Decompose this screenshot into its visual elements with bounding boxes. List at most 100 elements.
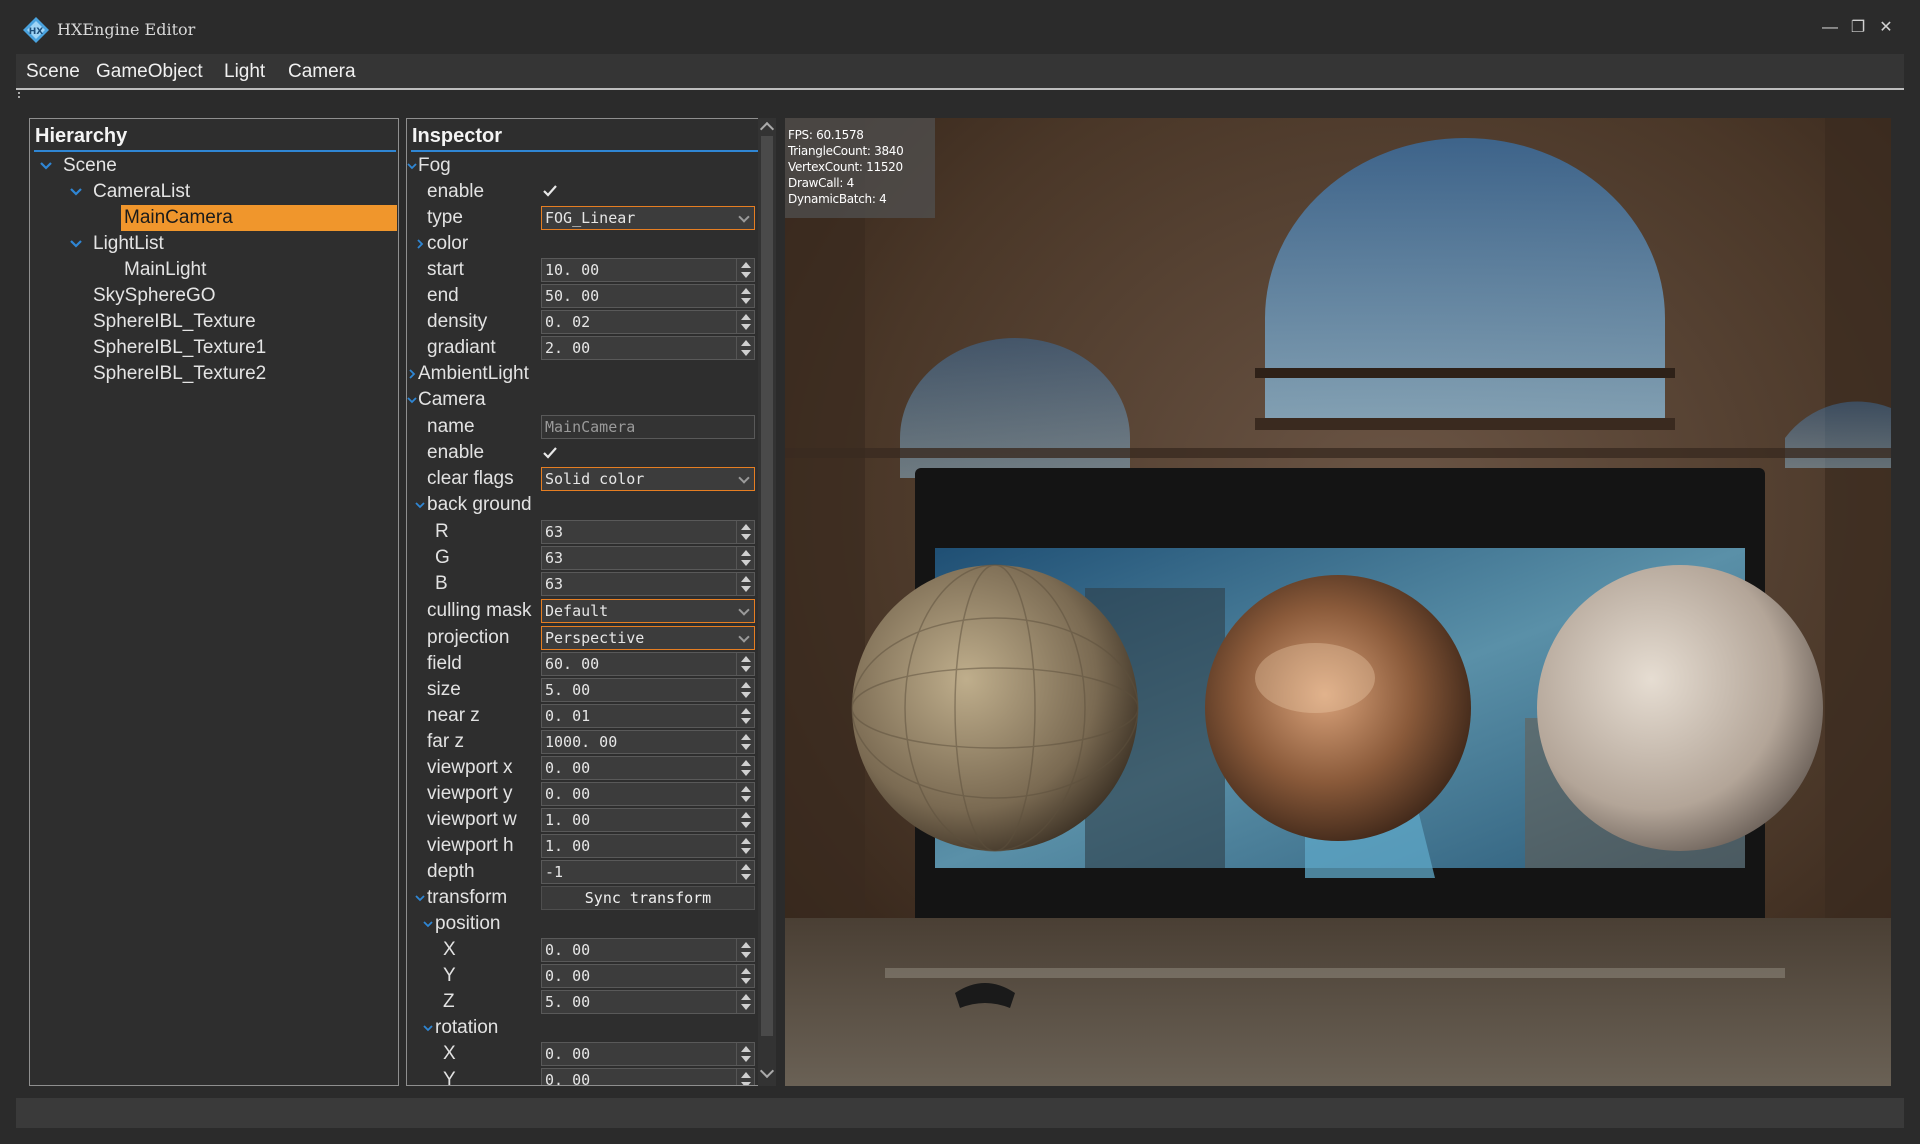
- tree-item-sphereibl-texture1[interactable]: SphereIBL_Texture1: [93, 335, 266, 361]
- chevron-down-icon[interactable]: [68, 184, 84, 200]
- viewport-h-label: viewport h: [427, 835, 514, 856]
- camera-enable-checkbox[interactable]: [541, 444, 559, 462]
- spinner-icon[interactable]: [736, 783, 754, 805]
- spinner-icon[interactable]: [736, 679, 754, 701]
- spinner-icon[interactable]: [736, 861, 754, 883]
- section-camera[interactable]: Camera: [418, 388, 486, 412]
- size-label: size: [427, 679, 461, 700]
- viewport-h-field[interactable]: 1. 00: [541, 834, 755, 858]
- scene-viewport[interactable]: FPS: 60.1578 TriangleCount: 3840 VertexC…: [785, 118, 1891, 1086]
- fog-gradiant-label: gradiant: [427, 337, 496, 358]
- depth-field[interactable]: -1: [541, 860, 755, 884]
- rotation-label[interactable]: rotation: [435, 1016, 498, 1040]
- spinner-icon[interactable]: [736, 835, 754, 857]
- spinner-icon[interactable]: [736, 337, 754, 359]
- rot-y-field[interactable]: 0. 00: [541, 1068, 755, 1085]
- chevron-right-icon[interactable]: [407, 369, 417, 379]
- spinner-icon[interactable]: [736, 259, 754, 281]
- spinner-icon[interactable]: [736, 311, 754, 333]
- bg-r-field[interactable]: 63: [541, 520, 755, 544]
- spinner-icon[interactable]: [736, 1043, 754, 1065]
- culling-mask-select[interactable]: Default: [541, 599, 755, 623]
- fog-gradiant-field[interactable]: 2. 00: [541, 336, 755, 360]
- sync-transform-button[interactable]: Sync transform: [541, 886, 755, 910]
- chevron-down-icon[interactable]: [407, 395, 417, 405]
- spinner-icon[interactable]: [736, 521, 754, 543]
- background-label[interactable]: back ground: [427, 493, 532, 517]
- minimize-icon[interactable]: —: [1820, 18, 1840, 38]
- tree-item-sphereibl-texture[interactable]: SphereIBL_Texture: [93, 309, 256, 335]
- projection-select[interactable]: Perspective: [541, 626, 755, 650]
- chevron-down-icon[interactable]: [68, 236, 84, 252]
- tree-item-mainlight[interactable]: MainLight: [124, 257, 206, 283]
- viewport-y-field[interactable]: 0. 00: [541, 782, 755, 806]
- chevron-right-icon[interactable]: [415, 239, 425, 249]
- pos-x-field[interactable]: 0. 00: [541, 938, 755, 962]
- spinner-icon[interactable]: [736, 939, 754, 961]
- bg-g-field[interactable]: 63: [541, 546, 755, 570]
- camera-enable-label: enable: [427, 442, 485, 463]
- size-field[interactable]: 5. 00: [541, 678, 755, 702]
- viewport-w-field[interactable]: 1. 00: [541, 808, 755, 832]
- section-fog[interactable]: Fog: [418, 154, 451, 178]
- position-label[interactable]: position: [435, 912, 501, 936]
- chevron-down-icon[interactable]: [423, 1023, 433, 1033]
- window-title: HXEngine Editor: [57, 20, 196, 39]
- spinner-icon[interactable]: [736, 809, 754, 831]
- viewport-x-field[interactable]: 0. 00: [541, 756, 755, 780]
- menu-gameobject[interactable]: GameObject: [96, 61, 203, 83]
- section-ambientlight[interactable]: AmbientLight: [418, 362, 529, 386]
- restore-icon[interactable]: ❐: [1848, 18, 1868, 38]
- near-z-field[interactable]: 0. 01: [541, 704, 755, 728]
- camera-name-field[interactable]: MainCamera: [541, 415, 755, 439]
- scroll-up-icon[interactable]: [759, 121, 775, 137]
- inspector-scrollbar[interactable]: [758, 118, 776, 1086]
- spinner-icon[interactable]: [736, 757, 754, 779]
- chevron-down-icon[interactable]: [407, 161, 417, 171]
- chevron-down-icon: [738, 211, 750, 223]
- menu-camera[interactable]: Camera: [288, 61, 356, 83]
- spinner-icon[interactable]: [736, 573, 754, 595]
- transform-label[interactable]: transform: [427, 886, 507, 910]
- scroll-down-icon[interactable]: [759, 1063, 775, 1079]
- menu-bar: Scene GameObject Light Camera: [16, 54, 1904, 90]
- tree-item-skysphere[interactable]: SkySphereGO: [93, 283, 216, 309]
- menu-light[interactable]: Light: [224, 61, 265, 83]
- scrollbar-thumb[interactable]: [761, 136, 773, 1036]
- spinner-icon[interactable]: [736, 547, 754, 569]
- spinner-icon[interactable]: [736, 705, 754, 727]
- menu-scene[interactable]: Scene: [26, 61, 80, 83]
- close-icon[interactable]: ✕: [1876, 18, 1896, 38]
- chevron-down-icon[interactable]: [423, 919, 433, 929]
- spinner-icon[interactable]: [736, 991, 754, 1013]
- field-of-view-field[interactable]: 60. 00: [541, 652, 755, 676]
- far-z-label: far z: [427, 731, 464, 752]
- tree-item-sphereibl-texture2[interactable]: SphereIBL_Texture2: [93, 361, 266, 387]
- fog-type-select[interactable]: FOG_Linear: [541, 206, 755, 230]
- bg-b-field[interactable]: 63: [541, 572, 755, 596]
- chevron-down-icon[interactable]: [415, 500, 425, 510]
- pos-y-label: Y: [443, 965, 456, 986]
- inspector-clip-row: Y 0. 00: [407, 1068, 757, 1085]
- spinner-icon[interactable]: [736, 285, 754, 307]
- tree-item-maincamera[interactable]: MainCamera: [121, 205, 397, 231]
- spinner-icon[interactable]: [736, 653, 754, 675]
- clear-flags-select[interactable]: Solid color: [541, 467, 755, 491]
- hierarchy-title: Hierarchy: [34, 122, 396, 152]
- fog-color-label[interactable]: color: [427, 232, 468, 256]
- spinner-icon[interactable]: [736, 731, 754, 753]
- spinner-icon[interactable]: [736, 965, 754, 987]
- rot-x-field[interactable]: 0. 00: [541, 1042, 755, 1066]
- pos-y-field[interactable]: 0. 00: [541, 964, 755, 988]
- fog-enable-checkbox[interactable]: [541, 182, 559, 200]
- fog-density-field[interactable]: 0. 02: [541, 310, 755, 334]
- pos-z-field[interactable]: 5. 00: [541, 990, 755, 1014]
- chevron-down-icon[interactable]: [38, 158, 54, 174]
- toolbar-grip-icon[interactable]: [18, 92, 22, 100]
- fog-end-field[interactable]: 50. 00: [541, 284, 755, 308]
- chevron-down-icon[interactable]: [415, 893, 425, 903]
- fog-start-field[interactable]: 10. 00: [541, 258, 755, 282]
- viewport-w-label: viewport w: [427, 809, 517, 830]
- far-z-field[interactable]: 1000. 00: [541, 730, 755, 754]
- spinner-icon[interactable]: [736, 1069, 754, 1085]
